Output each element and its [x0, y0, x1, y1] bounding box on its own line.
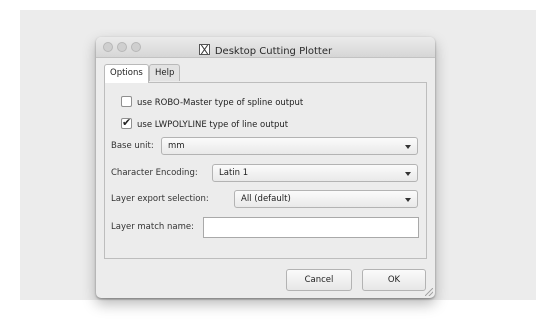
- base-unit-select[interactable]: mm: [161, 137, 418, 155]
- character-encoding-value: Latin 1: [219, 168, 249, 178]
- lwpolyline-option[interactable]: ✔ use LWPOLYLINE type of line output: [121, 116, 289, 130]
- chevron-down-icon: [405, 172, 411, 176]
- app-icon: [198, 44, 210, 55]
- check-icon: ✔: [122, 116, 132, 129]
- character-encoding-select[interactable]: Latin 1: [212, 164, 418, 182]
- ok-button[interactable]: OK: [362, 269, 426, 291]
- tab-help[interactable]: Help: [149, 64, 180, 81]
- title-bar: Desktop Cutting Plotter: [96, 37, 435, 58]
- layer-export-selection-value: All (default): [241, 194, 291, 204]
- lwpolyline-label: use LWPOLYLINE type of line output: [137, 120, 289, 130]
- lwpolyline-checkbox[interactable]: ✔: [121, 116, 132, 129]
- base-unit-label: Base unit:: [111, 141, 154, 151]
- robo-master-option[interactable]: use ROBO-Master type of spline output: [121, 96, 303, 108]
- chevron-down-icon: [405, 145, 411, 149]
- options-panel: use ROBO-Master type of spline output ✔ u…: [104, 82, 427, 259]
- layer-match-name-label: Layer match name:: [111, 222, 194, 232]
- chevron-down-icon: [405, 198, 411, 202]
- cancel-button[interactable]: Cancel: [286, 269, 352, 291]
- tab-options[interactable]: Options: [104, 64, 149, 83]
- layer-export-selection-label: Layer export selection:: [111, 194, 209, 204]
- layer-match-name-input[interactable]: [203, 217, 419, 238]
- character-encoding-label: Character Encoding:: [111, 168, 198, 178]
- layer-export-selection-select[interactable]: All (default): [234, 190, 418, 208]
- resize-grip-icon[interactable]: [425, 288, 433, 296]
- title-group: Desktop Cutting Plotter: [96, 39, 435, 58]
- dialog-window: Desktop Cutting Plotter Options Help use…: [96, 37, 435, 298]
- base-unit-value: mm: [168, 141, 185, 151]
- robo-master-label: use ROBO-Master type of spline output: [137, 98, 304, 108]
- robo-master-checkbox[interactable]: [121, 96, 132, 107]
- window-title: Desktop Cutting Plotter: [214, 46, 333, 57]
